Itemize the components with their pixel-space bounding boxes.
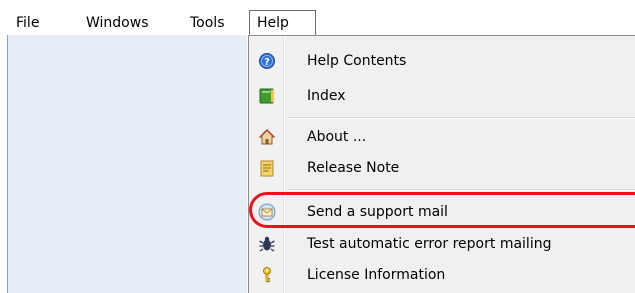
menu-item-license-information[interactable]: License Information <box>249 260 635 290</box>
menu-item-release-note[interactable]: Release Note <box>249 153 635 183</box>
red-highlight-annotation <box>249 192 635 228</box>
menu-item-label: Index <box>307 88 346 104</box>
menu-separator-highlight <box>287 190 635 191</box>
menu-item-label: Help Contents <box>307 53 407 69</box>
bug-icon <box>258 235 276 253</box>
svg-text:?: ? <box>264 57 270 68</box>
key-icon <box>258 266 276 284</box>
help-icon: ? <box>258 52 276 70</box>
menu-windows[interactable]: Windows <box>86 13 149 33</box>
book-icon <box>258 87 276 105</box>
menu-item-label: About ... <box>307 129 367 145</box>
menu-item-label: License Information <box>307 267 446 283</box>
home-icon <box>258 128 276 146</box>
menu-separator-highlight <box>287 118 635 119</box>
menu-file[interactable]: File <box>16 13 39 33</box>
note-icon <box>258 159 276 177</box>
menu-item-test-error-report[interactable]: Test automatic error report mailing <box>249 229 635 259</box>
help-dropdown-menu: ? Help Contents Index About ... Release … <box>248 35 635 293</box>
menu-item-about[interactable]: About ... <box>249 122 635 152</box>
menu-bar: File Windows Tools Help <box>0 0 635 36</box>
menu-item-help-contents[interactable]: ? Help Contents <box>249 46 635 76</box>
menu-item-index[interactable]: Index <box>249 81 635 111</box>
menu-help[interactable]: Help <box>249 10 316 36</box>
menu-help-label: Help <box>257 15 289 31</box>
menu-tools[interactable]: Tools <box>190 13 225 33</box>
workspace-area <box>8 35 247 293</box>
menu-item-label: Test automatic error report mailing <box>307 236 552 252</box>
menu-item-label: Release Note <box>307 160 400 176</box>
